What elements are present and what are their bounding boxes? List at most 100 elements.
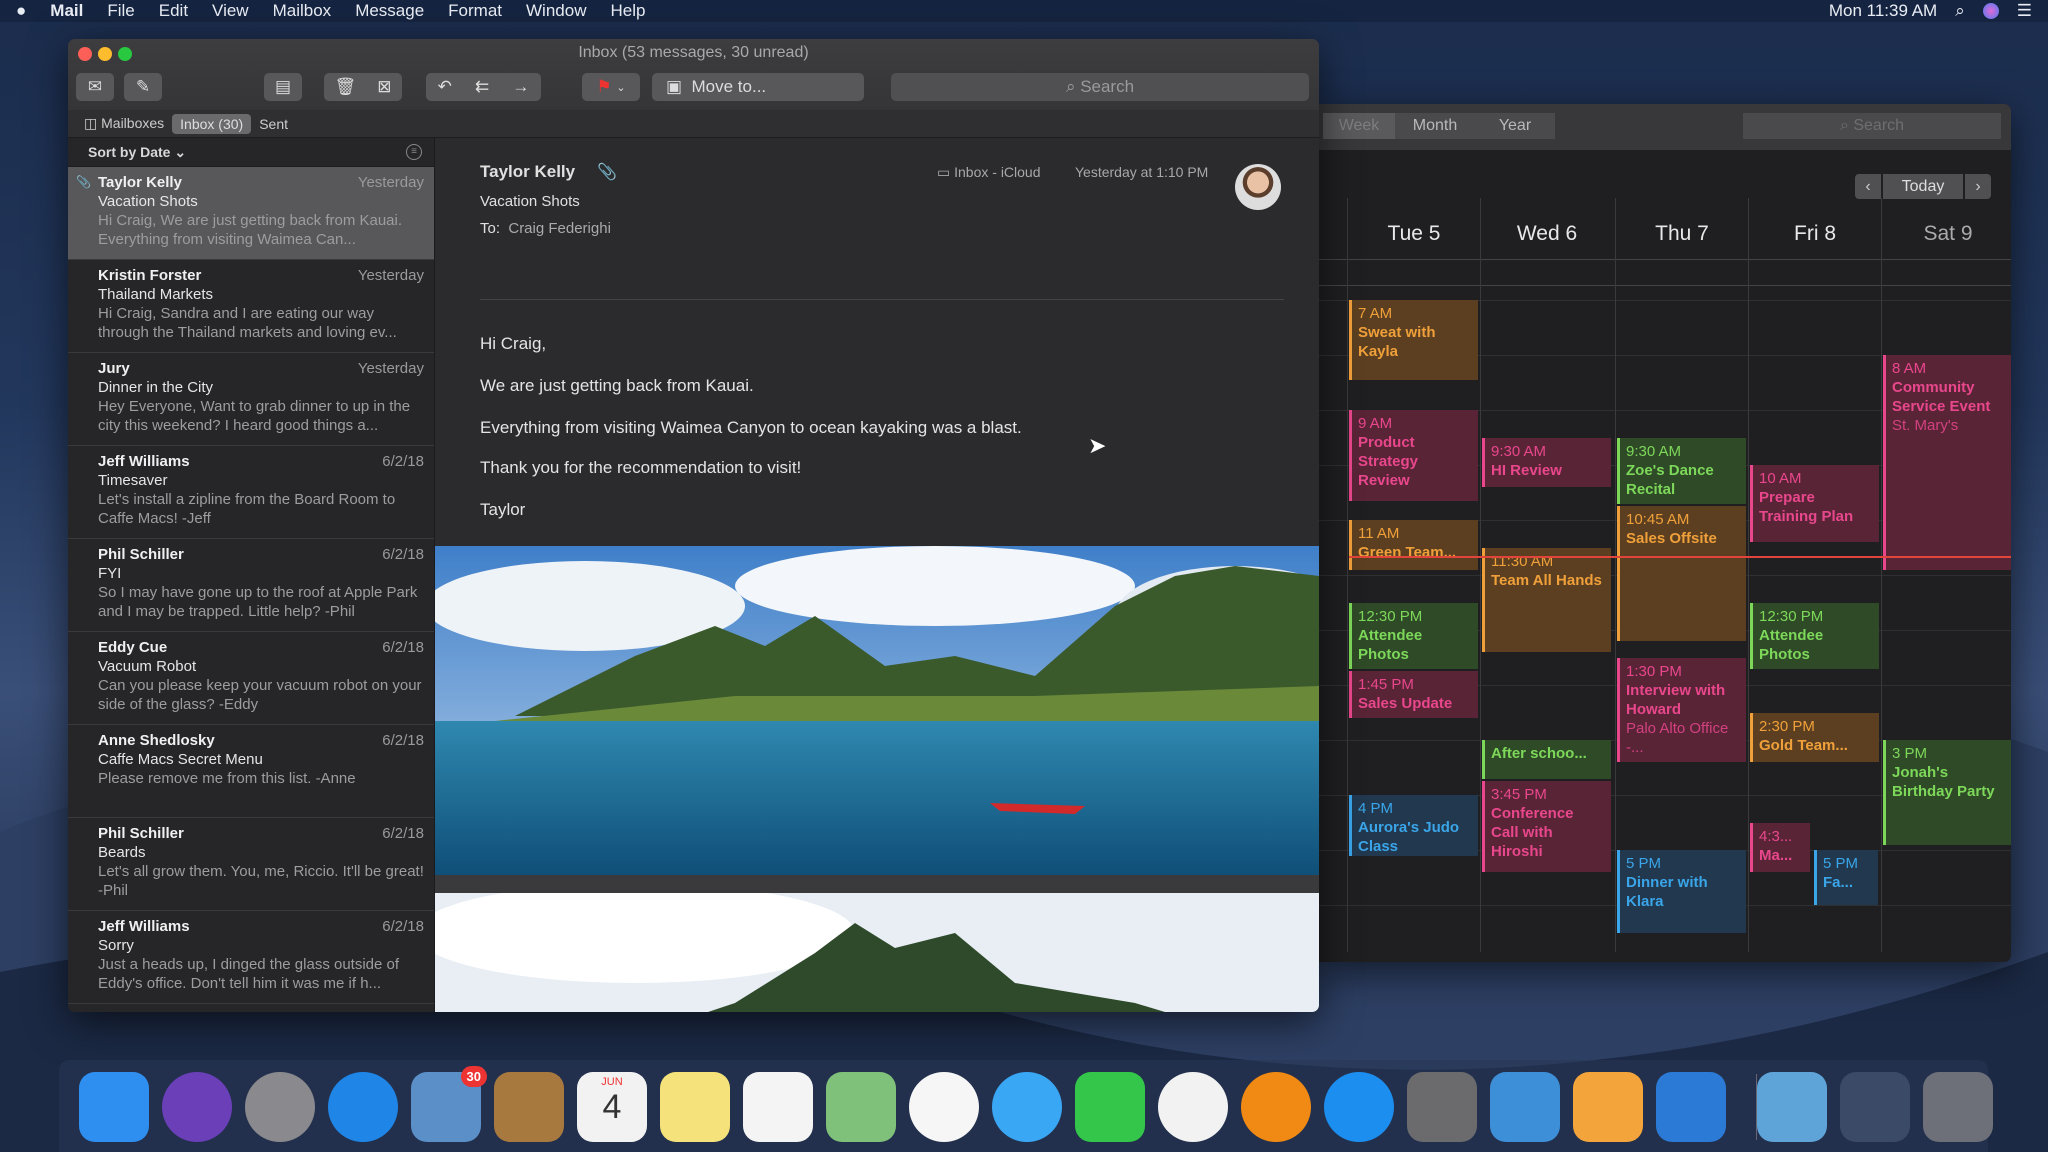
menu-mailbox[interactable]: Mailbox [273, 1, 332, 20]
mailboxes-toggle[interactable]: ◫ Mailboxes [84, 115, 164, 132]
dock-mail[interactable]: 30 [411, 1066, 487, 1142]
mail-search-field[interactable]: ⌕ Search [891, 73, 1309, 101]
dock-photos[interactable] [909, 1072, 979, 1142]
filter-icon[interactable]: ≡ [406, 144, 422, 160]
dock-finder[interactable] [79, 1072, 149, 1142]
flag-button[interactable]: ⚑ ⌄ [582, 73, 640, 101]
menu-view[interactable]: View [212, 1, 249, 20]
reply-icon[interactable]: ↶ [438, 77, 452, 97]
message-list-item[interactable]: Eddy Cue 6/2/18 Vacuum Robot Can you please… [68, 632, 434, 725]
dock-notes[interactable] [660, 1072, 730, 1142]
dock-trash[interactable] [1923, 1072, 1993, 1142]
recipient[interactable]: Craig Federighi [508, 220, 611, 237]
calendar-event[interactable]: 2:30 PM Gold Team... [1750, 712, 1879, 762]
dock-reminders[interactable] [743, 1072, 813, 1142]
sort-by-date-menu[interactable]: Sort by Date ⌄ ≡ [68, 138, 434, 167]
message-list-item[interactable]: Jeff Williams 6/2/18 Timesaver Let's instal… [68, 446, 434, 539]
message-list-item[interactable]: Phil Schiller 6/2/18 FYI So I may have gone… [68, 539, 434, 632]
dock-facetime[interactable] [1075, 1072, 1145, 1142]
menu-help[interactable]: Help [610, 1, 645, 20]
favorites-bar: ◫ Mailboxes Inbox (30) Sent [68, 110, 1319, 138]
message-list-item[interactable]: Jeff Williams 6/2/18 Sorry Just a heads up,… [68, 911, 434, 1004]
view-year[interactable]: Year [1475, 113, 1555, 139]
event-location: St. Mary's [1892, 417, 1959, 434]
body-line: Everything from visiting Waimea Canyon t… [480, 418, 1022, 437]
calendar-event[interactable]: 1:45 PM Sales Update [1349, 671, 1478, 718]
calendar-event[interactable]: 8 AM Community Service Event St. Mary's [1883, 355, 2011, 570]
calendar-event[interactable]: 5 PM Dinner with Klara [1617, 850, 1746, 933]
move-to-button[interactable]: ▣ Move to... [652, 73, 864, 101]
calendar-event[interactable]: 11 AM Green Team... [1349, 520, 1478, 570]
dock-maps[interactable] [826, 1072, 896, 1142]
menu-file[interactable]: File [107, 1, 134, 20]
favorite-inbox[interactable]: Inbox (30) [172, 113, 252, 134]
calendar-event[interactable]: 9 AM Product Strategy Review [1349, 410, 1478, 501]
dock-keynote[interactable] [1490, 1072, 1560, 1142]
reply-all-icon[interactable]: ⇇ [475, 77, 489, 97]
menu-clock[interactable]: Mon 11:39 AM [1829, 1, 1937, 21]
get-mail-button[interactable]: ✉ [76, 73, 114, 101]
message-list-item[interactable]: Kristin Forster Yesterday Thailand Markets… [68, 260, 434, 353]
calendar-event[interactable]: 7 AM Sweat with Kayla [1349, 300, 1478, 380]
calendar-event[interactable]: 9:30 AM HI Review [1482, 437, 1611, 487]
previous-week-button[interactable]: ‹ [1855, 174, 1881, 199]
calendar-event[interactable]: 3 PM Jonah's Birthday Party [1883, 740, 2011, 845]
dock-calendar[interactable]: 4 JUN [577, 1072, 647, 1142]
next-week-button[interactable]: › [1965, 174, 1991, 199]
message-list-item[interactable]: Phil Schiller 6/2/18 Beards Let's all grow … [68, 818, 434, 911]
calendar-event[interactable]: 11:30 AM Team All Hands [1482, 547, 1611, 652]
favorite-sent[interactable]: Sent [259, 116, 288, 132]
siri-icon[interactable] [1982, 3, 1999, 19]
calendar-event[interactable]: 10:45 AM Sales Offsite [1617, 506, 1746, 641]
dock-system-preferences[interactable] [1407, 1072, 1477, 1142]
dock-xcode[interactable] [1656, 1072, 1726, 1142]
calendar-search-field[interactable]: ⌕ Search [1743, 113, 2001, 139]
calendar-event[interactable]: 12:30 PM Attendee Photos [1750, 602, 1879, 669]
calendar-event[interactable]: After schoo... [1482, 740, 1611, 779]
dock-downloads[interactable] [1757, 1072, 1827, 1142]
menu-format[interactable]: Format [448, 1, 502, 20]
view-week[interactable]: Week [1323, 113, 1395, 139]
calendar-event[interactable]: 1:30 PM Interview with Howard Palo Alto Of… [1617, 657, 1746, 762]
mail-window: Inbox (53 messages, 30 unread) ✉ ✎ ▤ 🗑 ⊠ … [68, 39, 1319, 1012]
spotlight-icon[interactable]: ⌕ [1955, 1, 1965, 21]
calendar-event[interactable]: 5 PM Fa... [1814, 850, 1878, 905]
calendar-event[interactable]: 4 PM Aurora's Judo Class [1349, 795, 1478, 856]
archive-button[interactable]: ▤ [264, 73, 302, 101]
menu-mail[interactable]: Mail [50, 1, 83, 20]
message-preview: Please remove me from this list. -Anne [98, 770, 356, 787]
calendar-event[interactable]: 3:45 PM Conference Call with Hiroshi [1482, 781, 1611, 872]
calendar-event[interactable]: 12:30 PM Attendee Photos [1349, 602, 1478, 669]
dock-app-store[interactable] [1324, 1072, 1394, 1142]
dock-messages[interactable] [992, 1072, 1062, 1142]
day-header: Sat 9 [1923, 222, 1973, 245]
menu-window[interactable]: Window [526, 1, 586, 20]
calendar-event[interactable]: 10 AM Prepare Training Plan [1750, 465, 1879, 542]
calendar-window: Week Month Year ⌕ Search ‹ Today › Tue 5… [1319, 104, 2011, 962]
today-button[interactable]: Today [1883, 174, 1963, 199]
calendar-event[interactable]: 9:30 AM Zoe's Dance Recital [1617, 437, 1746, 504]
message-list-item[interactable]: 📎 Taylor Kelly Yesterday Vacation Shots Hi C… [68, 167, 434, 260]
dock-books[interactable] [1241, 1072, 1311, 1142]
calendar-event[interactable]: 4:3... Ma... [1750, 822, 1810, 872]
menu-message[interactable]: Message [355, 1, 424, 20]
message-list-item[interactable]: Anne Shedlosky 6/2/18 Caffe Macs Secret Me… [68, 725, 434, 818]
notification-center-icon[interactable]: ☰ [2017, 1, 2032, 21]
dock-contacts[interactable] [494, 1072, 564, 1142]
dock-safari[interactable] [328, 1072, 398, 1142]
dock-siri[interactable] [162, 1072, 232, 1142]
sort-label: Sort by Date ⌄ [88, 143, 187, 160]
dock-screenshots[interactable] [1840, 1072, 1910, 1142]
dock-itunes[interactable] [1158, 1072, 1228, 1142]
dock-pages[interactable] [1573, 1072, 1643, 1142]
compose-button[interactable]: ✎ [124, 73, 162, 101]
apple-menu-icon[interactable]: ● [16, 1, 26, 21]
forward-icon[interactable]: → [512, 77, 529, 97]
message-date: 6/2/18 [382, 453, 424, 470]
dock-launchpad[interactable] [245, 1072, 315, 1142]
trash-icon[interactable]: 🗑 [335, 77, 357, 97]
menu-edit[interactable]: Edit [159, 1, 188, 20]
view-month[interactable]: Month [1395, 113, 1475, 139]
message-list-item[interactable]: Jury Yesterday Dinner in the City Hey Every… [68, 353, 434, 446]
junk-icon[interactable]: ⊠ [377, 77, 391, 97]
